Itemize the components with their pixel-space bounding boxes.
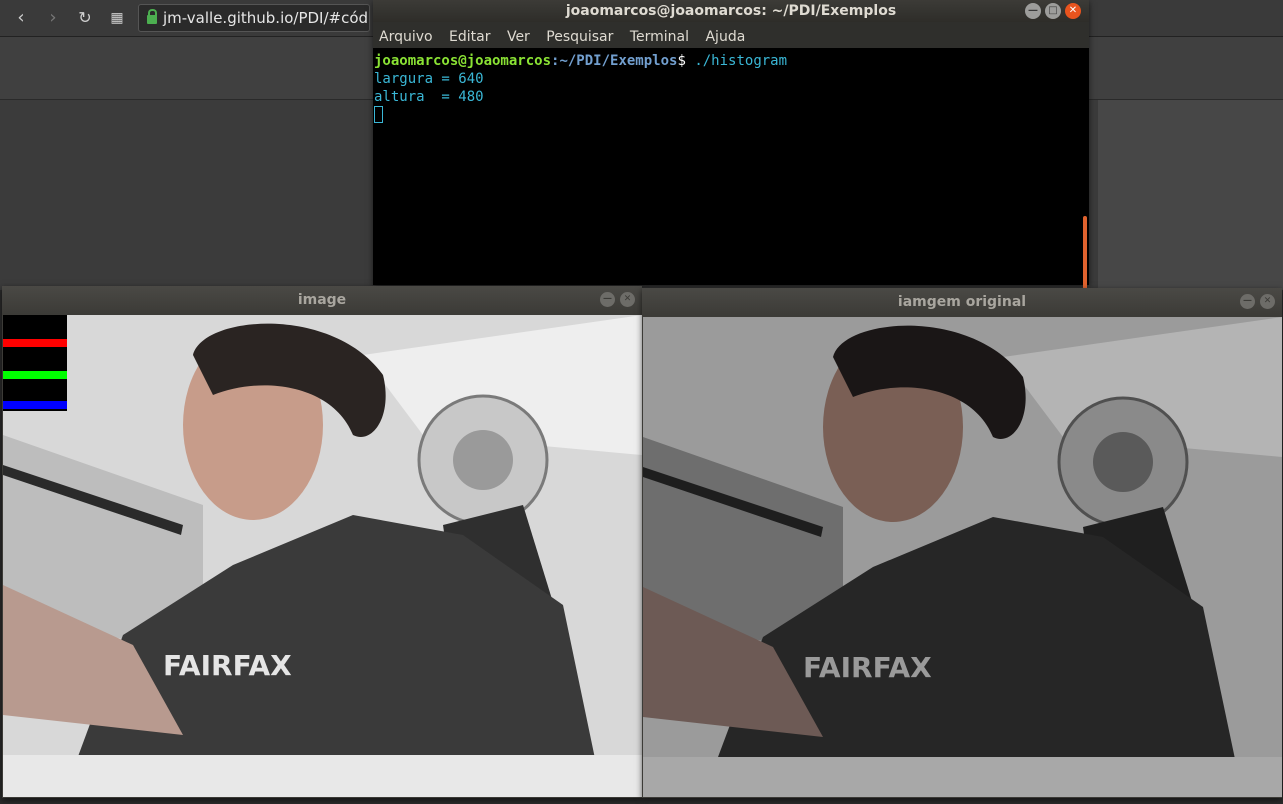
original-image-titlebar[interactable]: iamgem original — ✕ [642,288,1282,316]
cursor-line [374,106,1089,124]
close-icon[interactable]: ✕ [620,292,635,307]
lock-icon [147,9,157,24]
command-text: ./histogram [694,53,788,69]
prompt-symbol: $ [677,53,695,69]
browser-page-sidebar [1098,100,1283,290]
back-icon[interactable]: ‹ [10,7,32,29]
shirt-print-text: FAIRFAX [163,649,292,682]
image-window-title: image [297,292,347,308]
histogram-green-channel [3,371,67,379]
equalized-photo: FAIRFAX [3,315,642,797]
menu-terminal[interactable]: Terminal [630,29,689,45]
minimize-icon[interactable]: — [600,292,615,307]
forward-icon[interactable]: › [42,7,64,29]
histogram-red-channel [3,339,67,347]
histogram-overlay [3,315,67,411]
minimize-icon[interactable]: — [1240,294,1255,309]
url-bar[interactable]: jm-valle.github.io/PDI/#códi [138,4,370,32]
prompt-path: :~/PDI/Exemplos [551,53,678,69]
shirt-print-text: FAIRFAX [803,651,932,684]
close-icon[interactable]: ✕ [1065,3,1081,19]
terminal-titlebar[interactable]: joaomarcos@joaomarcos: ~/PDI/Exemplos — … [373,0,1089,22]
minimize-icon[interactable]: — [1025,3,1041,19]
original-image-title: iamgem original [897,294,1027,310]
menu-editar[interactable]: Editar [449,29,490,45]
prompt-user: joaomarcos@joaomarcos [374,53,552,69]
menu-arquivo[interactable]: Arquivo [379,29,433,45]
image-window: image — ✕ FAIRFAX [2,286,642,798]
command-line: joaomarcos@joaomarcos:~/PDI/Exemplos$ ./… [374,52,1089,70]
menu-pesquisar[interactable]: Pesquisar [546,29,613,45]
original-image-window: iamgem original — ✕ FAIRFAX [642,288,1282,798]
terminal-window: joaomarcos@joaomarcos: ~/PDI/Exemplos — … [373,0,1089,332]
url-text: jm-valle.github.io/PDI/#códi [163,9,370,27]
close-icon[interactable]: ✕ [1260,294,1275,309]
reload-icon[interactable]: ↻ [74,7,96,29]
apps-grid-icon[interactable]: ▦ [106,7,128,29]
histogram-blue-channel [3,401,67,409]
text-cursor [374,106,383,123]
menu-ajuda[interactable]: Ajuda [705,29,745,45]
menu-ver[interactable]: Ver [507,29,530,45]
terminal-menubar: Arquivo Editar Ver Pesquisar Terminal Aj… [373,22,1089,48]
maximize-icon[interactable]: □ [1045,3,1061,19]
original-photo: FAIRFAX [643,317,1282,797]
output-line: altura = 480 [374,89,484,105]
output-line: largura = 640 [374,71,484,87]
terminal-title: joaomarcos@joaomarcos: ~/PDI/Exemplos [565,3,897,19]
image-window-titlebar[interactable]: image — ✕ [2,286,642,314]
terminal-output[interactable]: joaomarcos@joaomarcos:~/PDI/Exemplos$ ./… [373,49,1089,332]
